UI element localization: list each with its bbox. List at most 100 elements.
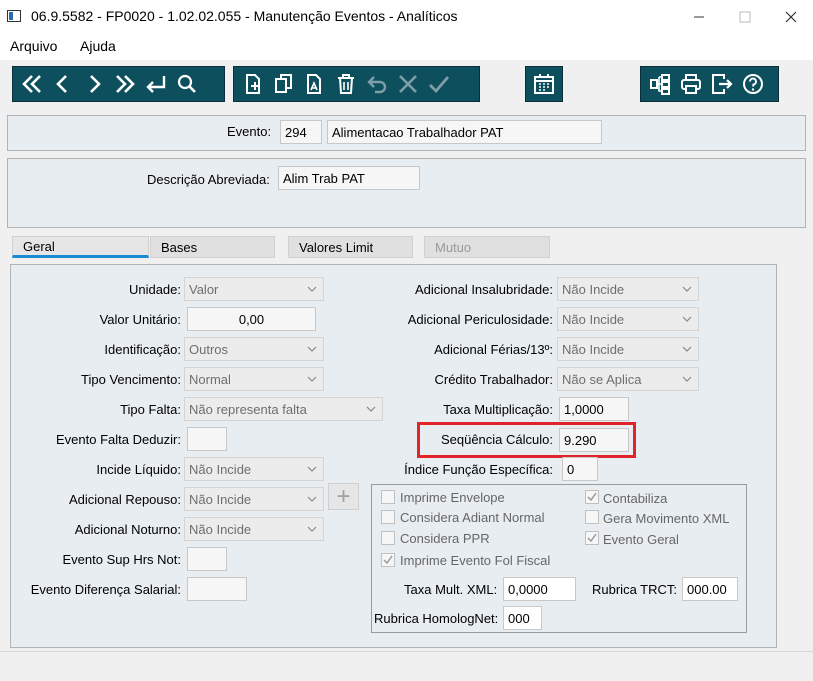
last-record-icon	[115, 75, 135, 93]
hierarchy-button[interactable]	[644, 69, 675, 99]
add-button[interactable]: +	[328, 483, 359, 510]
rubrica-homolognet-label: Rubrica HomologNet:	[374, 611, 499, 626]
tipo-vencimento-select[interactable]: Normal	[184, 367, 324, 391]
taxa-mult-xml-field[interactable]: 0,0000	[503, 577, 576, 601]
evento-name-field[interactable]: Alimentacao Trabalhador PAT	[327, 120, 602, 144]
considera-adiant-normal-checkbox[interactable]	[381, 510, 395, 524]
delete-button[interactable]	[330, 69, 361, 99]
cancel-button[interactable]	[392, 69, 423, 99]
evento-geral-checkbox[interactable]	[585, 531, 599, 545]
evento-diferenca-salarial-field[interactable]	[187, 577, 247, 601]
delete-icon	[337, 74, 354, 94]
considera-ppr-checkbox[interactable]	[381, 531, 395, 545]
chevron-down-icon	[682, 346, 692, 352]
cancel-icon	[398, 75, 417, 93]
exit-button[interactable]	[706, 69, 737, 99]
imprime-evento-fol-fiscal-label: Imprime Evento Fol Fiscal	[400, 553, 551, 568]
first-record-button[interactable]	[16, 69, 47, 99]
next-record-button[interactable]	[78, 69, 109, 99]
menu-ajuda[interactable]: Ajuda	[80, 38, 116, 54]
adicional-repouso-label: Adicional Repouso:	[68, 492, 181, 507]
tab-bases[interactable]: Bases	[150, 236, 275, 258]
considera-ppr-label: Considera PPR	[400, 531, 490, 546]
record-toolbar	[233, 66, 480, 102]
undo-icon	[366, 76, 386, 94]
tab-mutuo[interactable]: Mutuo	[424, 236, 550, 258]
confirm-icon	[428, 76, 449, 94]
adicional-insalubridade-select[interactable]: Não Incide	[557, 277, 699, 301]
plus-icon: +	[336, 482, 351, 510]
imprime-envelope-checkbox[interactable]	[381, 490, 395, 504]
calendar-icon	[534, 74, 554, 94]
gera-movimento-xml-checkbox[interactable]	[585, 510, 599, 524]
copy-button[interactable]	[268, 69, 299, 99]
valor-unitario-field[interactable]: 0,00	[187, 307, 316, 331]
maximize-icon	[739, 11, 751, 23]
tab-valores-limit[interactable]: Valores Limit	[288, 236, 413, 258]
undo-button[interactable]	[361, 69, 392, 99]
previous-record-button[interactable]	[47, 69, 78, 99]
checkmark-icon	[587, 533, 597, 543]
rubrica-homolognet-field[interactable]: 000	[503, 606, 542, 630]
exit-icon	[711, 74, 733, 94]
identificacao-select[interactable]: Outros	[184, 337, 324, 361]
adicional-noturno-select[interactable]: Não Incide	[184, 517, 324, 541]
calendar-button[interactable]	[529, 69, 559, 99]
help-button[interactable]	[737, 69, 768, 99]
adicional-noturno-label: Adicional Noturno:	[74, 522, 181, 537]
chevron-down-icon	[307, 496, 317, 502]
credito-trabalhador-select[interactable]: Não se Aplica	[557, 367, 699, 391]
close-button[interactable]	[768, 0, 813, 34]
taxa-multiplicacao-field[interactable]: 1,0000	[559, 397, 629, 421]
maximize-button[interactable]	[722, 0, 768, 34]
last-record-button[interactable]	[109, 69, 140, 99]
evento-sup-hrs-not-field[interactable]	[187, 547, 227, 571]
evento-label: Evento:	[227, 124, 272, 139]
taxa-mult-xml-label: Taxa Mult. XML:	[404, 582, 498, 597]
confirm-button[interactable]	[423, 69, 454, 99]
edit-button[interactable]	[299, 69, 330, 99]
adicional-repouso-value: Não Incide	[189, 491, 252, 507]
tipo-falta-value: Não representa falta	[189, 401, 307, 417]
new-record-button[interactable]	[237, 69, 268, 99]
sequencia-calculo-field[interactable]: 9.290	[559, 428, 629, 452]
evento-code-field[interactable]: 294	[280, 120, 322, 144]
tab-geral[interactable]: Geral	[12, 236, 149, 258]
copy-icon	[274, 74, 292, 93]
evento-falta-deduzir-field[interactable]	[187, 427, 227, 451]
adicional-ferias-select[interactable]: Não Incide	[557, 337, 699, 361]
chevron-down-icon	[307, 376, 317, 382]
adicional-insalubridade-value: Não Incide	[562, 281, 625, 297]
considera-adiant-normal-label: Considera Adiant Normal	[400, 510, 545, 525]
indice-funcao-label: Índice Função Específica:	[404, 462, 553, 477]
adicional-periculosidade-value: Não Incide	[562, 311, 625, 327]
utility-toolbar	[640, 66, 779, 102]
chevron-down-icon	[307, 526, 317, 532]
menu-bar	[0, 34, 813, 60]
imprime-evento-fol-fiscal-checkbox[interactable]	[381, 553, 395, 567]
incide-liquido-select[interactable]: Não Incide	[184, 457, 324, 481]
unidade-select[interactable]: Valor	[184, 277, 324, 301]
indice-funcao-field[interactable]: 0	[562, 457, 598, 481]
contabiliza-checkbox[interactable]	[585, 490, 599, 504]
credito-trabalhador-value: Não se Aplica	[562, 371, 642, 387]
return-button[interactable]	[140, 69, 171, 99]
rubrica-trct-field[interactable]: 000.00	[682, 577, 738, 601]
minimize-button[interactable]	[676, 0, 722, 34]
tipo-falta-select[interactable]: Não representa falta	[184, 397, 383, 421]
adicional-periculosidade-select[interactable]: Não Incide	[557, 307, 699, 331]
contabiliza-label: Contabiliza	[603, 491, 668, 506]
new-record-icon	[245, 74, 260, 94]
print-button[interactable]	[675, 69, 706, 99]
descricao-field[interactable]: Alim Trab PAT	[278, 166, 420, 190]
adicional-noturno-value: Não Incide	[189, 521, 252, 537]
menu-arquivo[interactable]: Arquivo	[10, 38, 57, 54]
chevron-down-icon	[682, 376, 692, 382]
adicional-repouso-select[interactable]: Não Incide	[184, 487, 324, 511]
chevron-down-icon	[682, 286, 692, 292]
search-button[interactable]	[171, 69, 202, 99]
unidade-value: Valor	[189, 281, 219, 297]
descricao-label: Descrição Abreviada:	[147, 172, 270, 187]
adicional-insalubridade-label: Adicional Insalubridade:	[414, 282, 553, 297]
chevron-down-icon	[366, 406, 376, 412]
